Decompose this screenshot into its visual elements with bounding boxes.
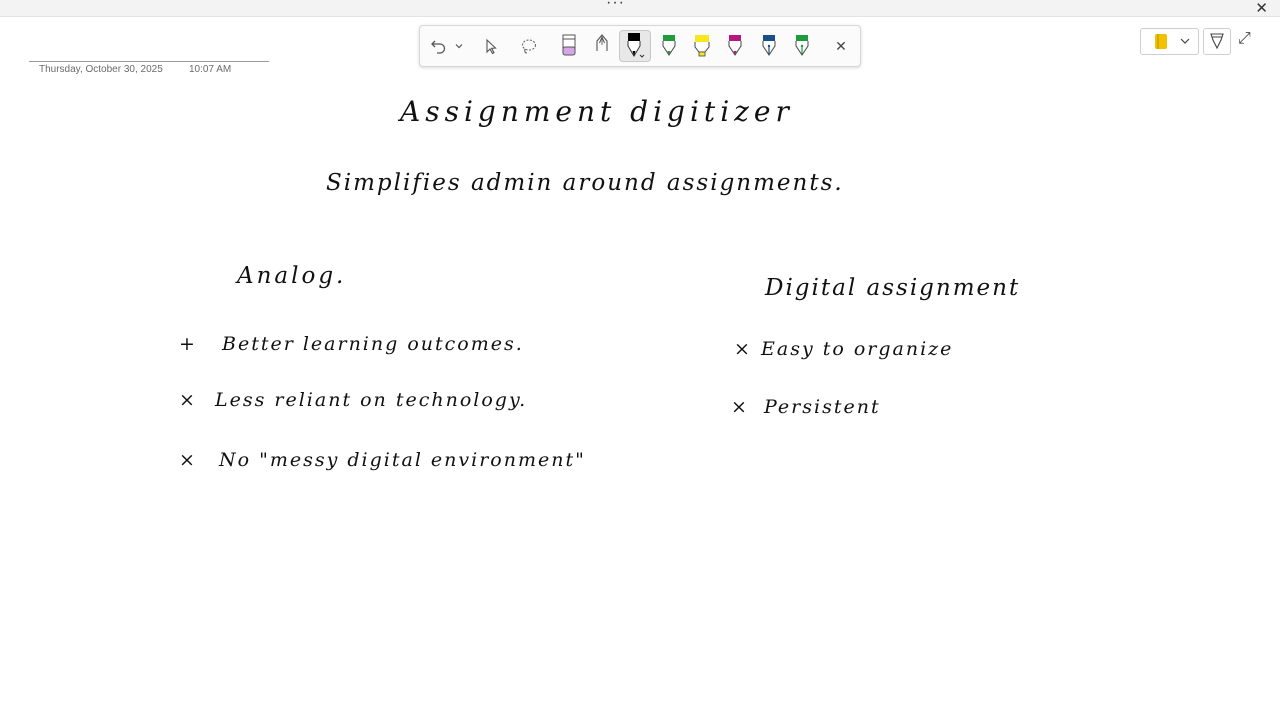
green-pen-button[interactable] [654,30,684,62]
ink-right-bullet-2: × [731,396,749,418]
expand-button[interactable]: ⤢ [1238,30,1258,50]
drawing-toolbar: ✕ [419,25,861,67]
ink-subtitle: Simplifies admin around assignments. [326,170,844,196]
pen-mode-button[interactable] [1203,28,1231,55]
more-options-icon[interactable]: ··· [606,0,625,12]
ballpoint-pen-button[interactable] [587,30,617,62]
ink-left-heading: Analog. [237,263,347,289]
select-tool-button[interactable] [476,30,506,62]
toolbar-close-button[interactable]: ✕ [826,30,856,62]
ink-right-item-2: Persistent [764,396,881,418]
ink-right-heading: Digital assignment [765,275,1021,301]
ink-left-bullet-1: + [179,333,197,355]
blue-fountain-pen-button[interactable] [754,30,784,62]
ink-right-bullet-1: × [734,338,752,360]
blue-fountain-pen-icon [762,35,776,56]
green-fountain-pen-button[interactable] [787,30,817,62]
window-title-bar: ··· ✕ [0,0,1280,17]
close-icon: ✕ [835,37,847,54]
ink-left-item-3: No "messy digital environment" [219,449,586,471]
title-underline [29,61,269,62]
ink-title: Assignment digitizer [400,95,794,128]
black-pen-icon [627,33,645,58]
ink-left-item-2: Less reliant on technology. [215,389,528,411]
select-pointer-icon [486,38,497,55]
yellow-highlighter-icon [694,35,710,57]
expand-icon: ⤢ [1238,30,1251,47]
ink-left-item-1: Better learning outcomes. [222,333,524,355]
black-pen-button[interactable] [619,30,651,62]
ink-left-bullet-3: × [179,449,197,471]
page-time: 10:07 AM [189,64,232,75]
magenta-pen-button[interactable] [720,30,750,62]
lasso-tool-button[interactable] [514,30,544,62]
ink-left-bullet-2: × [179,389,197,411]
window-close-icon[interactable]: ✕ [1255,0,1268,17]
green-pen-icon [662,35,676,56]
yellow-highlighter-button[interactable] [687,30,717,62]
pen-icon [1210,33,1224,50]
eraser-icon [562,34,576,56]
green-fountain-pen-icon [795,35,809,56]
ballpoint-pen-icon [596,34,608,51]
undo-icon [431,40,446,54]
undo-dropdown-button[interactable] [450,30,468,62]
ink-right-item-1: Easy to organize [761,338,954,360]
lasso-icon [521,39,537,54]
notebook-icon [1155,34,1190,49]
notebook-color-button[interactable] [1140,28,1199,55]
eraser-button[interactable] [554,30,584,62]
magenta-pen-icon [728,35,742,56]
chevron-down-icon [455,44,463,49]
page-date: Thursday, October 30, 2025 [39,64,163,75]
